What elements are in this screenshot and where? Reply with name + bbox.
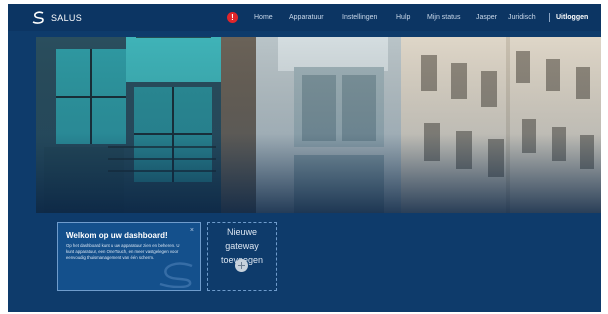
welcome-text: Op het dashboard kunt u uw apparatuur zi… [66, 243, 180, 260]
building-facade-illustration [36, 37, 601, 213]
nav-juridisch[interactable]: Juridisch [508, 4, 536, 31]
plus-icon[interactable] [235, 259, 248, 272]
top-navigation-bar: SALUS ! Home Apparatuur Instellingen Hul… [8, 4, 601, 31]
nav-mijn-status[interactable]: Mijn status [427, 4, 460, 31]
brand-name: SALUS [51, 13, 83, 23]
nav-home[interactable]: Home [254, 4, 273, 31]
gateway-label-line1: Nieuwe [226, 227, 257, 237]
app-frame: SALUS ! Home Apparatuur Instellingen Hul… [8, 4, 601, 312]
nav-apparatuur[interactable]: Apparatuur [289, 4, 324, 31]
welcome-title: Welkom op uw dashboard! [66, 231, 168, 240]
hero-building-image [36, 37, 601, 213]
gateway-label-line2: gateway [225, 241, 259, 251]
nav-instellingen[interactable]: Instellingen [342, 4, 377, 31]
salus-logo[interactable]: SALUS [31, 10, 82, 26]
nav-hulp[interactable]: Hulp [396, 4, 410, 31]
nav-separator [549, 13, 550, 22]
alert-icon[interactable]: ! [227, 12, 238, 23]
salus-logo-icon [32, 11, 44, 24]
nav-jasper[interactable]: Jasper [476, 4, 497, 31]
salus-watermark-icon [159, 262, 193, 288]
add-gateway-tile[interactable]: Nieuwe gateway toevoegen [207, 222, 277, 291]
close-icon[interactable]: × [190, 227, 194, 234]
welcome-card: Welkom op uw dashboard! × Op het dashboa… [57, 222, 201, 291]
logout-link[interactable]: Uitloggen [556, 4, 588, 31]
